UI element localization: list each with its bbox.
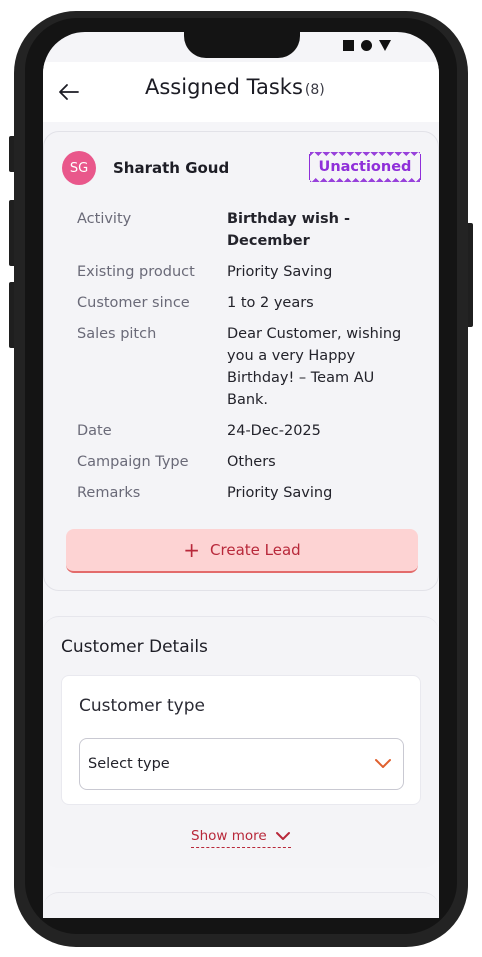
detail-label: Sales pitch [77, 326, 157, 342]
detail-label: Campaign Type [77, 454, 189, 470]
circle-icon [361, 39, 372, 51]
detail-row-existing-product: Existing product Priority Saving [77, 261, 427, 283]
title-wrap: Assigned Tasks (8) [145, 75, 325, 99]
plus-icon: + [183, 538, 201, 562]
signal-icon [379, 39, 391, 51]
task-count: (8) [304, 82, 325, 98]
avatar: SG [62, 151, 96, 185]
page-title: Assigned Tasks [145, 75, 303, 99]
create-lead-button[interactable]: + Create Lead [66, 529, 418, 573]
detail-label: Existing product [77, 264, 195, 280]
detail-value: Birthday wish - December [227, 211, 351, 249]
detail-label: Activity [77, 211, 132, 227]
detail-value: Dear Customer, wishing you a very Happy … [227, 326, 402, 408]
show-more-link[interactable]: Show more [191, 828, 291, 848]
arrow-left-icon[interactable] [57, 80, 81, 104]
show-more-label: Show more [191, 828, 267, 844]
detail-row-sales-pitch: Sales pitch Dear Customer, wishing you a… [77, 323, 427, 411]
task-card[interactable]: SG Sharath Goud Unactioned Activity Birt… [43, 131, 439, 591]
detail-value: Priority Saving [227, 264, 333, 280]
notch [184, 32, 300, 58]
customer-type-card: Customer type Select type [61, 675, 421, 805]
status-badge-label: Unactioned [318, 159, 412, 175]
detail-label: Customer since [77, 295, 190, 311]
detail-value: Priority Saving [227, 485, 333, 501]
next-section-card [43, 892, 439, 918]
status-bar-icons [343, 38, 391, 52]
detail-value: 1 to 2 years [227, 295, 314, 311]
detail-value: 24-Dec-2025 [227, 423, 321, 439]
detail-value: Others [227, 454, 276, 470]
detail-row-remarks: Remarks Priority Saving [77, 482, 427, 504]
square-icon [343, 39, 354, 51]
detail-row-date: Date 24-Dec-2025 [77, 420, 427, 442]
detail-label: Date [77, 423, 112, 439]
detail-row-activity: Activity Birthday wish - December [77, 208, 427, 252]
detail-row-customer-since: Customer since 1 to 2 years [77, 292, 427, 314]
customer-details-section: Customer Details Customer type Select ty… [43, 616, 439, 868]
customer-name: Sharath Goud [113, 159, 230, 177]
select-value: Select type [88, 756, 170, 772]
app-header: Assigned Tasks (8) [43, 62, 439, 122]
create-lead-label: Create Lead [210, 541, 301, 559]
customer-type-select[interactable]: Select type [79, 738, 404, 790]
detail-label: Remarks [77, 485, 141, 501]
detail-row-campaign-type: Campaign Type Others [77, 451, 427, 473]
chevron-down-icon [375, 759, 391, 768]
chevron-down-icon [275, 832, 290, 840]
customer-type-label: Customer type [79, 696, 205, 716]
phone-screen: Assigned Tasks (8) SG Sharath Goud Unact… [43, 32, 439, 918]
section-title: Customer Details [61, 637, 208, 657]
status-badge: Unactioned [309, 152, 421, 180]
